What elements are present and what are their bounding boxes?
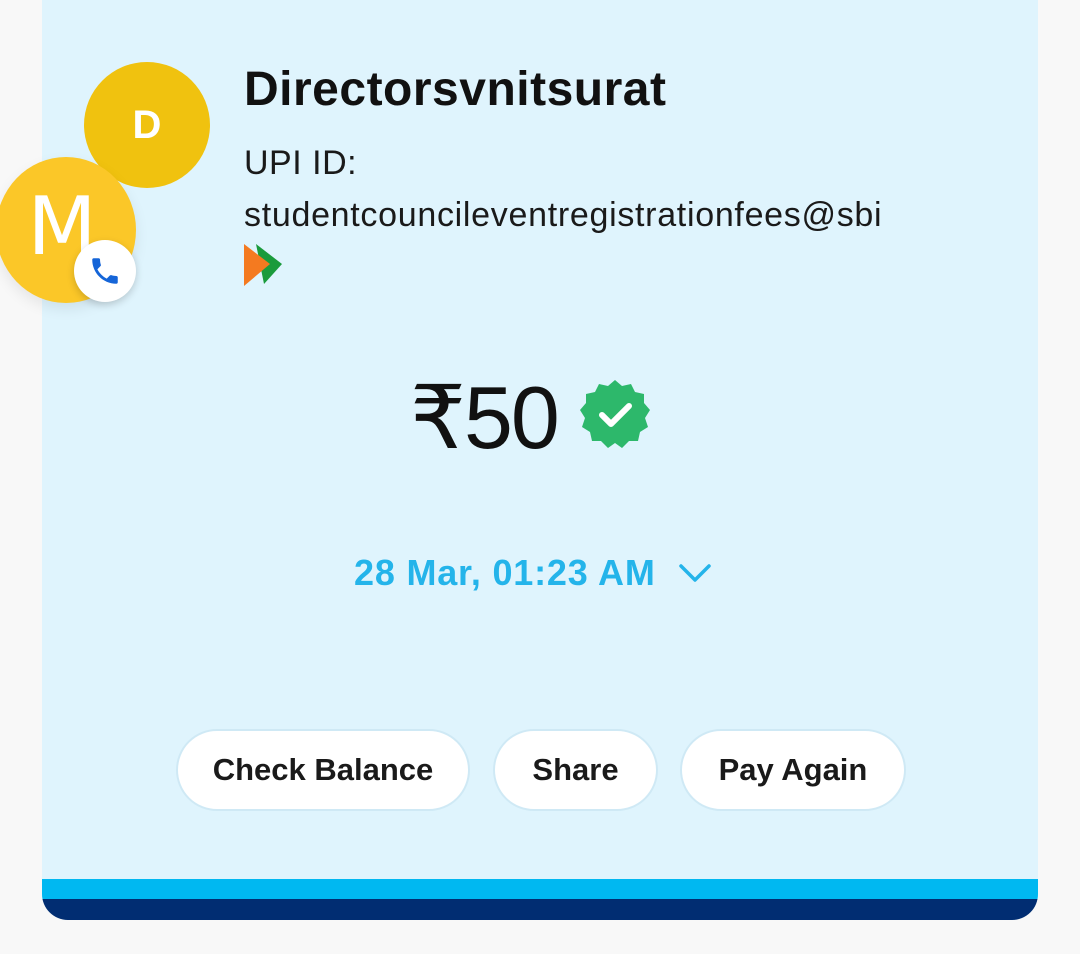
transaction-datetime-toggle[interactable]: 28 Mar, 01:23 AM bbox=[354, 552, 712, 594]
brand-stripe-light bbox=[42, 879, 1038, 899]
phone-badge[interactable] bbox=[74, 240, 136, 302]
upi-logo-icon bbox=[242, 244, 286, 291]
upi-id-label: UPI ID: bbox=[244, 144, 358, 182]
upi-id-value: studentcouncileventregistrationfees@sbi bbox=[244, 196, 883, 234]
payment-amount: ₹50 bbox=[410, 368, 560, 467]
transaction-datetime: 28 Mar, 01:23 AM bbox=[354, 552, 656, 593]
share-button[interactable]: Share bbox=[493, 729, 658, 811]
chevron-down-icon bbox=[678, 562, 712, 584]
verified-check-icon bbox=[578, 377, 652, 456]
payee-avatar-letter: D bbox=[132, 102, 162, 147]
payee-name: Directorsvnitsurat bbox=[244, 63, 667, 116]
phone-icon bbox=[92, 258, 118, 284]
check-balance-button[interactable]: Check Balance bbox=[176, 729, 470, 811]
pay-again-button[interactable]: Pay Again bbox=[680, 729, 906, 811]
brand-stripe-dark bbox=[42, 899, 1038, 920]
